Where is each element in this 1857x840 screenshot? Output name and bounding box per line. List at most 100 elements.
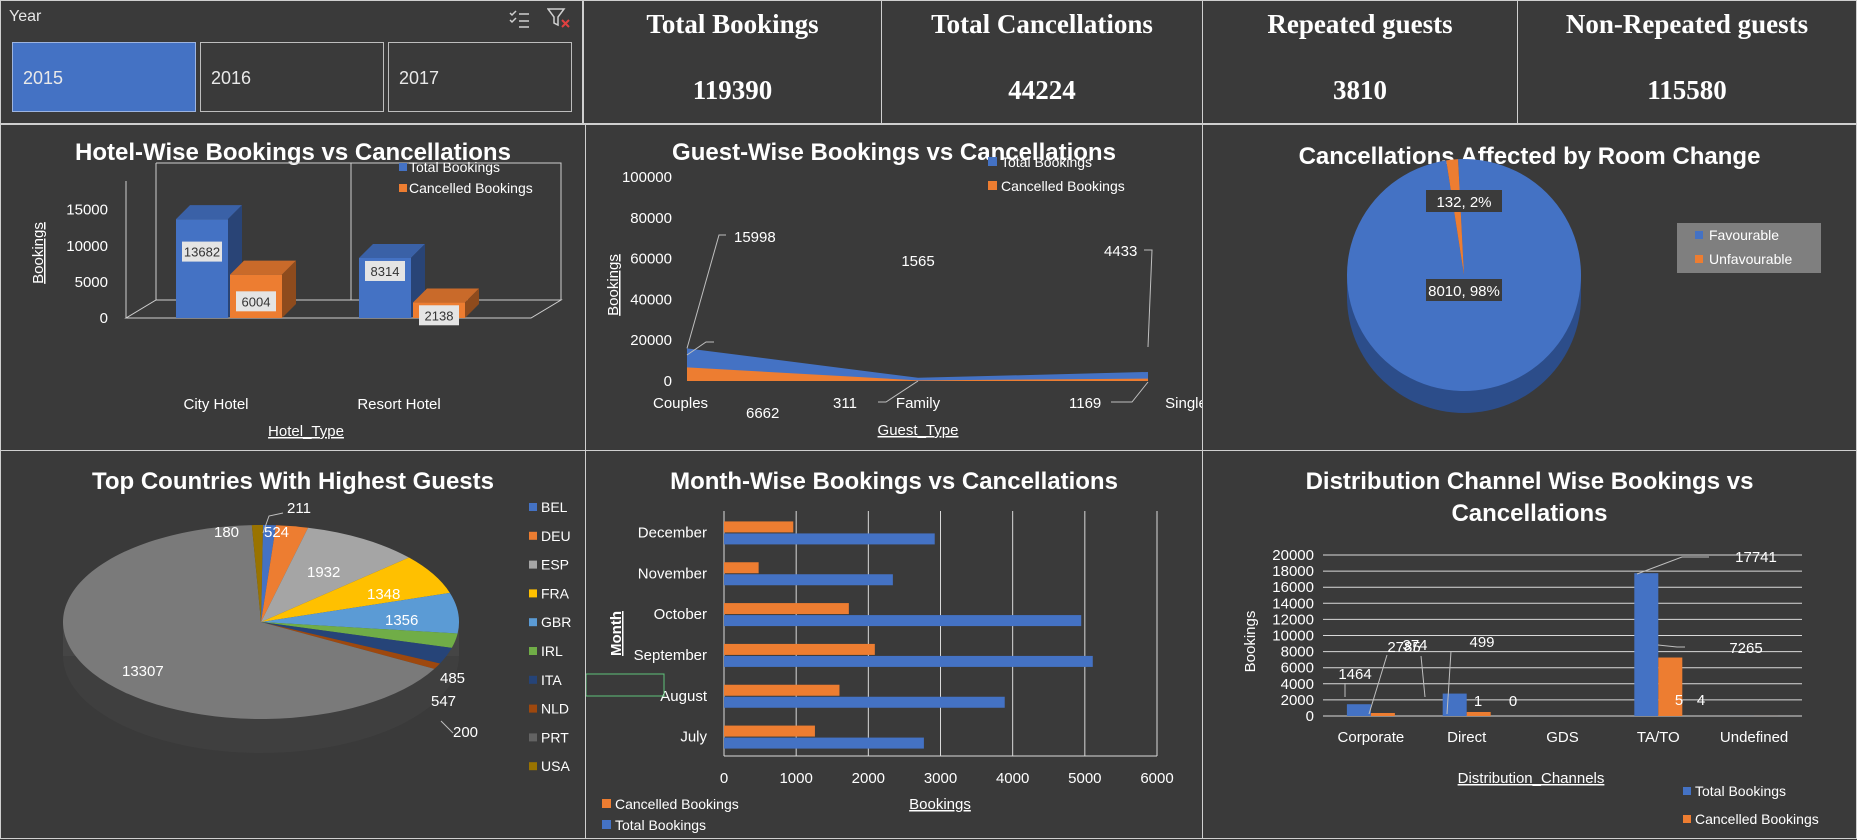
y-tick-label: 10000 (66, 238, 108, 255)
x-tick-label: Undefined (1720, 729, 1788, 746)
bar-cancelled (724, 603, 849, 614)
multi-select-icon[interactable] (508, 9, 530, 29)
data-label: 547 (431, 693, 456, 710)
data-label: 1169 (1069, 395, 1101, 412)
x-tick-label: 6000 (1140, 770, 1173, 787)
legend-label: NLD (541, 701, 569, 717)
legend-swatch (529, 647, 537, 655)
data-label: 374 (1402, 637, 1427, 654)
legend-label: Cancelled Bookings (1001, 178, 1125, 194)
legend-swatch (399, 163, 407, 171)
leader-line (441, 721, 453, 733)
slicer-option-2015[interactable]: 2015 (12, 42, 196, 112)
y-tick-label: 80000 (630, 210, 672, 227)
legend-swatch (1683, 815, 1691, 823)
bar-total (1347, 704, 1371, 716)
data-label: 1348 (367, 586, 400, 603)
leader-line (687, 235, 726, 348)
x-tick-label: Direct (1447, 729, 1487, 746)
y-tick-label: 40000 (630, 291, 672, 308)
x-axis-label: Hotel_Type (268, 423, 344, 440)
legend-swatch (529, 705, 537, 713)
slicer-option-2017[interactable]: 2017 (388, 42, 572, 112)
bar-front (176, 219, 228, 318)
x-tick-label: 0 (720, 770, 728, 787)
x-axis-label: Guest_Type (878, 422, 959, 439)
bar-cancelled (724, 726, 815, 737)
y-axis-label: Bookings (605, 254, 622, 316)
kpi-total-cancellations: Total Cancellations 44224 (881, 0, 1203, 124)
data-label: 5 (1675, 692, 1683, 709)
y-axis-label: Bookings (1242, 611, 1259, 673)
kpi-title: Total Cancellations (882, 9, 1202, 40)
y-tick-label: 16000 (1272, 579, 1314, 596)
legend-swatch (988, 181, 997, 190)
data-label: 1464 (1338, 666, 1371, 683)
x-tick-label: 1000 (779, 770, 812, 787)
hotel-chart-panel: Hotel-Wise Bookings vs Cancellations 050… (0, 124, 586, 451)
x-tick-label: Family (896, 395, 941, 412)
kpi-title: Repeated guests (1203, 9, 1517, 40)
legend-swatch (1695, 255, 1703, 263)
legend-swatch (529, 589, 537, 597)
x-tick-label: City Hotel (183, 396, 248, 413)
legend-swatch (1695, 231, 1703, 239)
x-tick-label: 3000 (924, 770, 957, 787)
x-tick-label: TA/TO (1637, 729, 1680, 746)
legend-label: DEU (541, 528, 571, 544)
legend-label: BEL (541, 499, 568, 515)
bar-total (724, 574, 893, 585)
data-label: 524 (264, 524, 289, 541)
legend-swatch (1683, 787, 1691, 795)
data-label: 4 (1697, 692, 1705, 709)
data-label: 499 (1469, 634, 1494, 651)
kpi-title: Total Bookings (584, 9, 881, 40)
data-label: 2138 (425, 308, 454, 323)
bar-total (724, 533, 935, 544)
y-tick-label: August (660, 688, 708, 705)
clear-filter-icon[interactable] (547, 7, 571, 29)
slicer-option-2016[interactable]: 2016 (200, 42, 384, 112)
legend-label: Cancelled Bookings (1695, 811, 1819, 827)
legend-swatch (529, 618, 537, 626)
x-tick-label: 2000 (852, 770, 885, 787)
y-tick-label: 4000 (1281, 676, 1314, 693)
bar-cancelled (1371, 713, 1395, 716)
room-change-chart: 8010, 98%132, 2%FavourableUnfavourable (1203, 125, 1857, 452)
data-label: 13682 (184, 245, 220, 260)
legend-label: Total Bookings (409, 159, 500, 175)
bar-cancelled (724, 521, 793, 532)
data-label: 311 (833, 395, 857, 412)
y-tick-label: 0 (1306, 708, 1314, 725)
legend-label: PRT (541, 729, 569, 745)
bar-cancelled (724, 685, 839, 696)
y-tick-label: September (634, 647, 707, 664)
leader-line (1144, 250, 1152, 347)
legend-label: Total Bookings (1001, 154, 1092, 170)
x-tick-label: GDS (1546, 729, 1579, 746)
y-tick-label: 15000 (66, 202, 108, 219)
data-label: 200 (453, 724, 478, 741)
bar-total (1443, 694, 1467, 716)
leader-line (1369, 655, 1387, 714)
legend-label: FRA (541, 585, 570, 601)
leader-line (1658, 645, 1685, 647)
legend-label: Total Bookings (615, 817, 706, 833)
data-label: 8314 (371, 264, 400, 279)
y-tick-label: 18000 (1272, 563, 1314, 580)
x-tick-label: Single (1165, 395, 1204, 412)
x-tick-label: Corporate (1338, 729, 1405, 746)
data-label: 0 (1509, 693, 1517, 710)
data-label: 1 (1474, 693, 1482, 710)
x-axis-label: Distribution_Channels (1458, 770, 1605, 787)
month-chart: 0100020003000400050006000BookingsMonthJu… (586, 451, 1204, 840)
kpi-repeated-guests: Repeated guests 3810 (1202, 0, 1518, 124)
legend-label: Total Bookings (1695, 783, 1786, 799)
legend-swatch (399, 184, 407, 192)
channel-chart: 0200040006000800010000120001400016000180… (1203, 451, 1857, 840)
y-tick-label: 100000 (622, 169, 672, 186)
data-label: 6662 (746, 405, 779, 422)
data-label: 15998 (734, 229, 776, 246)
hotel-chart: 050001000015000BookingsHotel_TypeCity Ho… (1, 125, 587, 452)
bar-cancelled (1467, 712, 1491, 716)
